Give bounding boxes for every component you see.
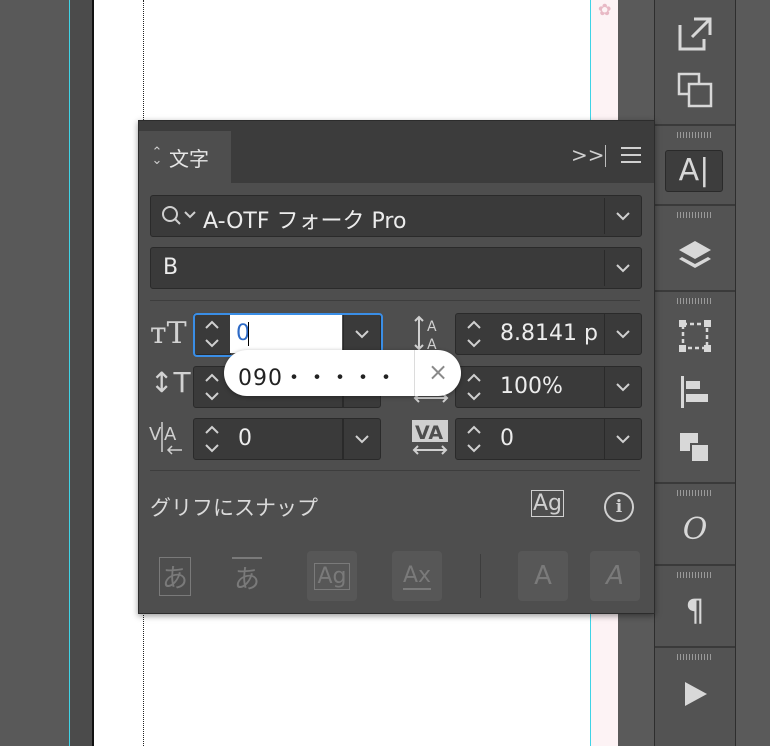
font-style-value: B xyxy=(163,255,179,280)
dock-separator xyxy=(655,124,735,126)
font-style-select[interactable]: B xyxy=(150,247,642,289)
button-group-divider xyxy=(480,554,481,598)
glyph-label: あ xyxy=(158,556,191,596)
leading-dropdown[interactable] xyxy=(604,313,642,355)
panel-dock: A| O ¶ xyxy=(654,0,736,746)
kerning-value: 0 xyxy=(238,426,252,451)
chevron-down-icon[interactable] xyxy=(615,209,631,223)
dropdown-divider xyxy=(604,198,605,234)
tracking-stepper[interactable] xyxy=(455,418,493,460)
dock-separator xyxy=(655,290,735,292)
character-icon[interactable]: A| xyxy=(665,150,723,192)
glyph-snap-glyph: Ag xyxy=(531,490,565,517)
glyph-label: あ xyxy=(231,556,262,596)
glyph-button-3[interactable]: Ag xyxy=(307,551,357,601)
svg-text:V: V xyxy=(149,424,162,445)
tracking-dropdown[interactable] xyxy=(604,418,642,460)
glyph-button-6[interactable]: A xyxy=(590,551,640,601)
pathfinder-icon[interactable] xyxy=(675,428,715,468)
paragraph-icon[interactable]: ¶ xyxy=(675,592,715,632)
suggestion-text[interactable]: 090・・・・・ xyxy=(238,360,398,392)
font-family-select[interactable]: A-OTF フォーク Pro xyxy=(150,195,642,237)
tab-label: 文字 xyxy=(169,146,209,171)
font-size-icon: ᴛT xyxy=(150,316,187,351)
titlebar-divider xyxy=(605,145,606,167)
section-divider xyxy=(150,470,640,471)
font-family-value: A-OTF フォーク Pro xyxy=(203,209,407,234)
autocomplete-suggestion[interactable]: 090・・・・・ × xyxy=(224,350,461,396)
leading-value: 8.8141 p xyxy=(500,321,598,346)
dock-grip[interactable] xyxy=(677,572,713,578)
glyph-label: Ag xyxy=(314,562,350,590)
glyph-button-2[interactable]: あ xyxy=(222,551,272,601)
dock-separator xyxy=(655,564,735,566)
align-icon[interactable] xyxy=(675,372,715,412)
tracking-value: 0 xyxy=(500,426,514,451)
collapse-panel-icon[interactable]: >> xyxy=(571,143,605,167)
dock-separator xyxy=(655,204,735,206)
search-icon xyxy=(162,206,196,225)
kerning-input[interactable]: 0 xyxy=(230,418,343,460)
frame-marker-icon: ✿ xyxy=(598,0,612,19)
horizontal-scale-input[interactable]: 100% xyxy=(492,366,605,408)
svg-text:A: A xyxy=(164,424,177,445)
tracking-icon: VA xyxy=(412,420,448,455)
opentype-glyph: O xyxy=(682,512,708,547)
dock-separator xyxy=(655,482,735,484)
glyph-button-5[interactable]: A xyxy=(518,551,568,601)
dock-column: A| O ¶ xyxy=(654,0,736,746)
leading-input[interactable]: 8.8141 p xyxy=(492,313,605,355)
close-icon[interactable]: × xyxy=(428,358,448,386)
duplicate-icon[interactable] xyxy=(675,70,715,110)
kerning-dropdown[interactable] xyxy=(343,418,381,460)
glyph-snap-icon[interactable]: Ag xyxy=(531,490,565,517)
tab-character[interactable]: ⌃ ⌄ 文字 xyxy=(139,131,231,183)
character-glyph: A| xyxy=(678,153,710,188)
transform-icon[interactable] xyxy=(675,316,715,356)
kerning-stepper[interactable] xyxy=(193,418,231,460)
dock-grip[interactable] xyxy=(677,132,713,138)
dock-grip[interactable] xyxy=(677,298,713,304)
external-link-icon[interactable] xyxy=(675,14,715,54)
glyph-label: A xyxy=(534,561,552,591)
glyph-label: A xyxy=(606,561,624,591)
dock-grip[interactable] xyxy=(677,212,713,218)
leading-icon: A A xyxy=(414,315,437,353)
glyph-button-1[interactable]: あ xyxy=(150,551,200,601)
info-icon[interactable]: i xyxy=(604,492,634,522)
dock-grip[interactable] xyxy=(677,490,713,496)
pasteboard-gutter xyxy=(70,0,92,746)
paragraph-glyph: ¶ xyxy=(685,594,705,629)
glyph-button-4[interactable]: Ax xyxy=(392,551,442,601)
suggestion-divider xyxy=(414,350,415,396)
vertical-scale-icon: ↕T xyxy=(150,366,191,399)
kerning-icon: V A xyxy=(149,422,182,455)
dock-separator xyxy=(655,646,735,648)
opentype-icon[interactable]: O xyxy=(675,510,715,550)
section-divider xyxy=(150,300,640,301)
panel-menu-icon[interactable] xyxy=(621,147,641,163)
play-icon[interactable] xyxy=(675,674,715,714)
glyph-label: Ax xyxy=(402,562,432,590)
svg-text:A: A xyxy=(427,319,437,335)
dropdown-divider xyxy=(604,250,605,286)
layers-icon[interactable] xyxy=(675,236,715,276)
dock-grip[interactable] xyxy=(677,654,713,660)
tab-expand-icon[interactable]: ⌃ ⌄ xyxy=(151,146,163,167)
svg-text:VA: VA xyxy=(415,422,443,444)
chevron-down-icon[interactable] xyxy=(615,261,631,275)
horizontal-scale-value: 100% xyxy=(500,374,563,399)
pasteboard xyxy=(0,0,70,746)
leading-stepper[interactable] xyxy=(455,313,493,355)
snap-to-glyph-label: グリフにスナップ xyxy=(150,496,318,520)
dock-edge xyxy=(736,0,770,746)
horizontal-scale-dropdown[interactable] xyxy=(604,366,642,408)
tracking-input[interactable]: 0 xyxy=(492,418,605,460)
